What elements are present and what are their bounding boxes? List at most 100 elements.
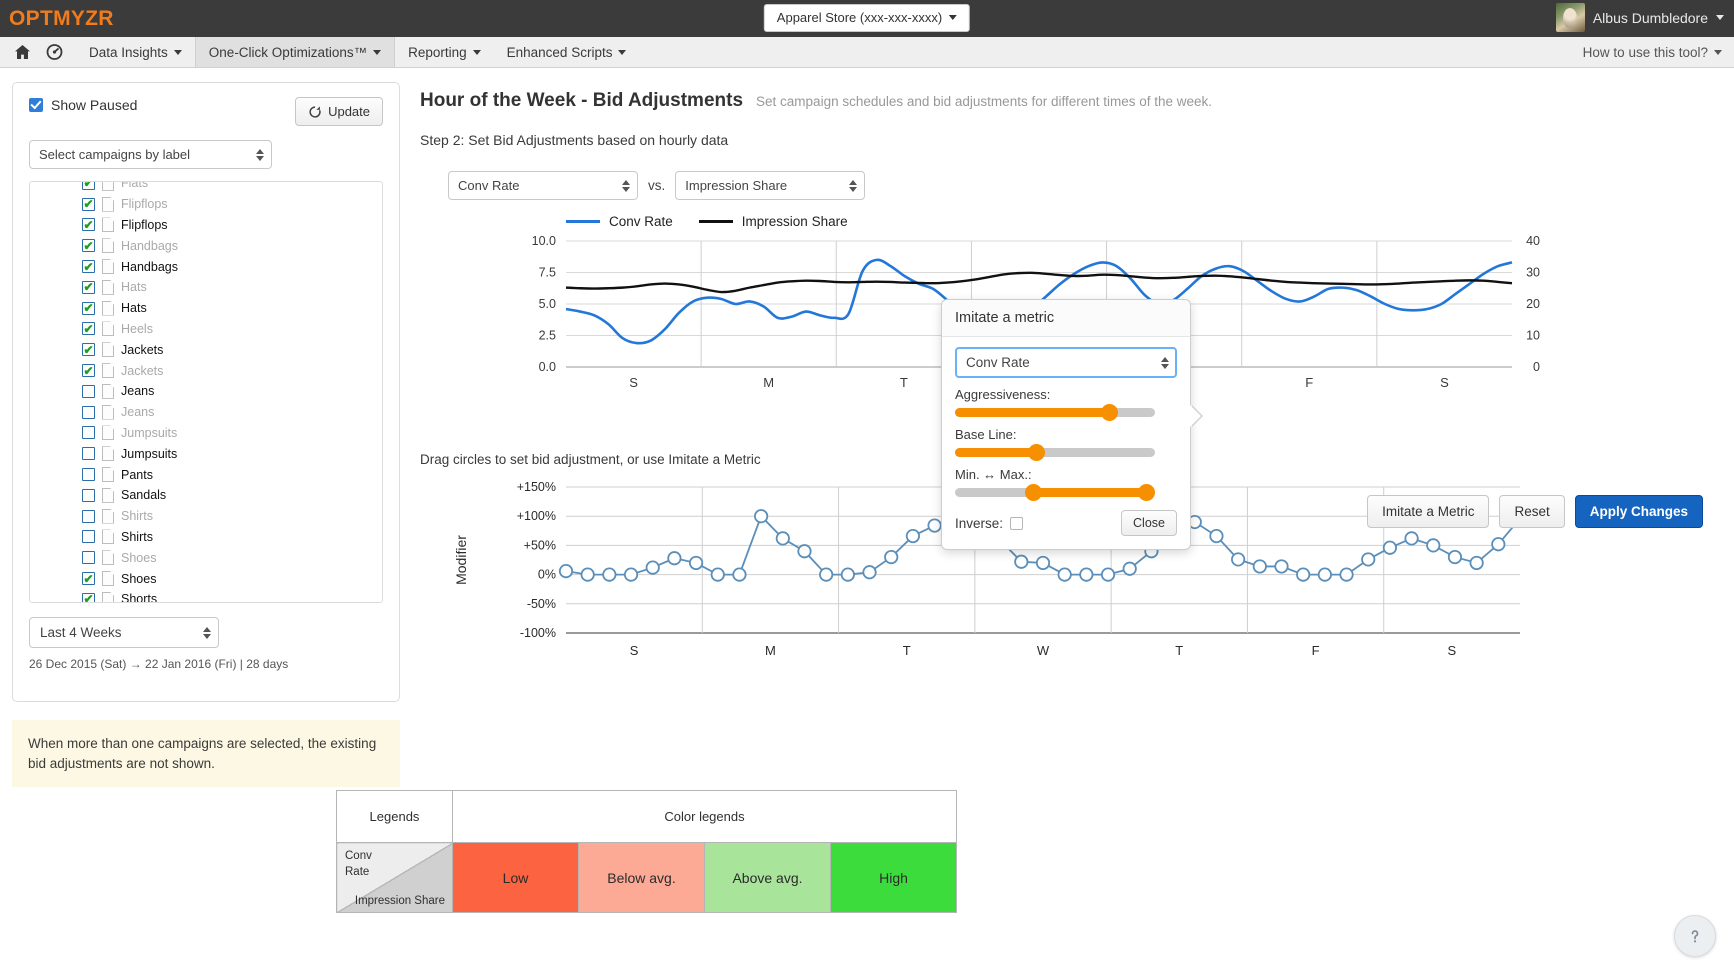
nav-data-insights[interactable]: Data Insights — [76, 37, 195, 67]
campaign-checkbox[interactable] — [82, 239, 95, 253]
date-range-select[interactable]: Last 4 Weeks — [29, 617, 219, 648]
modifier-handle[interactable] — [1361, 552, 1376, 567]
modifier-handle[interactable] — [1491, 537, 1506, 552]
modifier-handle[interactable] — [602, 567, 617, 582]
modifier-handle[interactable] — [1014, 554, 1029, 569]
modifier-handle[interactable] — [623, 567, 639, 582]
update-button[interactable]: Update — [295, 97, 383, 126]
modifier-handle[interactable] — [1447, 549, 1463, 565]
modifier-handle[interactable] — [1426, 538, 1441, 553]
modifier-handle[interactable] — [884, 549, 899, 565]
campaign-checkbox[interactable] — [82, 530, 95, 544]
campaign-list-item[interactable]: Heels — [30, 319, 382, 340]
campaign-list-item[interactable]: Jumpsuits — [30, 443, 382, 464]
metric-b-select[interactable]: Impression Share — [675, 171, 866, 200]
campaign-list-item[interactable]: Shorts — [30, 589, 382, 602]
campaign-list-item[interactable]: Shirts — [30, 506, 382, 527]
campaign-checkbox[interactable] — [82, 488, 95, 502]
modifier-handle[interactable] — [754, 509, 769, 524]
campaign-checkbox[interactable] — [82, 447, 95, 461]
slider-knob-min[interactable] — [1024, 484, 1042, 501]
inverse-checkbox[interactable] — [1010, 516, 1024, 530]
campaign-list-item[interactable]: Handbags — [30, 256, 382, 277]
modifier-handle[interactable] — [797, 544, 812, 559]
modifier-handle[interactable] — [819, 567, 834, 582]
campaign-checkbox[interactable] — [82, 572, 95, 586]
campaign-list-item[interactable]: Jackets — [30, 360, 382, 381]
modifier-handle[interactable] — [1100, 567, 1116, 582]
slider-knob[interactable] — [1028, 444, 1046, 461]
modifier-handle[interactable] — [862, 565, 877, 580]
campaign-list-item[interactable]: Hats — [30, 298, 382, 319]
campaign-list-item[interactable]: Flipflops — [30, 215, 382, 236]
show-paused-toggle[interactable]: Show Paused — [29, 97, 137, 113]
campaign-checkbox[interactable] — [82, 405, 95, 419]
modifier-handle[interactable] — [1209, 528, 1224, 544]
label-select[interactable]: Select campaigns by label — [29, 140, 272, 169]
apply-changes-button[interactable]: Apply Changes — [1574, 495, 1703, 528]
modifier-handle[interactable] — [905, 528, 921, 544]
modifier-handle[interactable] — [1231, 552, 1246, 567]
campaign-list-item[interactable]: Jackets — [30, 339, 382, 360]
modifier-handle[interactable] — [580, 567, 595, 582]
campaign-list-item[interactable]: Flats — [30, 182, 382, 194]
campaign-checkbox[interactable] — [82, 343, 95, 357]
campaign-checkbox[interactable] — [82, 322, 95, 336]
user-menu[interactable]: Albus Dumbledore — [1555, 3, 1724, 32]
how-to-use-this-tool[interactable]: How to use this tool? — [1583, 37, 1722, 67]
reset-button[interactable]: Reset — [1499, 495, 1565, 528]
nav-dashboard[interactable] — [40, 37, 76, 67]
modifier-handle[interactable] — [732, 567, 747, 582]
imitate-a-metric-button[interactable]: Imitate a Metric — [1367, 495, 1490, 528]
campaign-checkbox[interactable] — [82, 468, 95, 482]
account-selector[interactable]: Apparel Store (xxx-xxx-xxxx) — [763, 4, 971, 32]
nav-one-click-optimizations[interactable]: One-Click Optimizations™ — [194, 37, 396, 67]
modifier-handle[interactable] — [645, 560, 660, 575]
modifier-handle[interactable] — [1296, 567, 1311, 582]
modifier-handle[interactable] — [1252, 559, 1267, 574]
campaign-list-item[interactable]: Sandals — [30, 485, 382, 506]
campaign-checkbox[interactable] — [82, 301, 95, 315]
popover-metric-select[interactable]: Conv Rate — [955, 347, 1177, 378]
aggressiveness-slider[interactable] — [955, 404, 1155, 421]
modifier-handle[interactable] — [1404, 531, 1419, 546]
campaign-checkbox[interactable] — [82, 280, 95, 294]
campaign-list-box[interactable]: Flats Flipflops Flipflops Handbags Handbags H… — [29, 181, 383, 603]
campaign-checkbox[interactable] — [82, 364, 95, 378]
show-paused-checkbox[interactable] — [29, 98, 43, 112]
modifier-handle[interactable] — [1079, 567, 1094, 582]
modifier-handle[interactable] — [1274, 559, 1289, 574]
campaign-list-item[interactable]: Shirts — [30, 527, 382, 548]
campaign-checkbox[interactable] — [82, 182, 95, 190]
inverse-toggle[interactable]: Inverse: — [955, 516, 1024, 531]
popover-close-button[interactable]: Close — [1121, 510, 1177, 536]
campaign-checkbox[interactable] — [82, 197, 95, 211]
metric-a-select[interactable]: Conv Rate — [448, 171, 638, 200]
modifier-handle[interactable] — [1035, 555, 1051, 571]
modifier-handle[interactable] — [1469, 555, 1484, 571]
modifier-handle[interactable] — [1057, 567, 1072, 582]
campaign-list-item[interactable]: Jumpsuits — [30, 423, 382, 444]
nav-enhanced-scripts[interactable]: Enhanced Scripts — [494, 37, 640, 67]
campaign-list-item[interactable]: Handbags — [30, 235, 382, 256]
campaign-list-item[interactable]: Flipflops — [30, 194, 382, 215]
campaign-list-item[interactable]: Shoes — [30, 568, 382, 589]
modifier-handle[interactable] — [775, 531, 790, 546]
campaign-checkbox[interactable] — [82, 384, 95, 398]
help-bubble-button[interactable] — [1674, 915, 1716, 957]
modifier-handle[interactable] — [558, 563, 574, 579]
campaign-checkbox[interactable] — [82, 260, 95, 274]
modifier-handle[interactable] — [1339, 567, 1354, 582]
campaign-checkbox[interactable] — [82, 426, 95, 440]
minmax-slider[interactable] — [955, 484, 1155, 501]
campaign-list-item[interactable]: Jeans — [30, 402, 382, 423]
modifier-handle[interactable] — [710, 567, 725, 582]
campaign-list-item[interactable]: Shoes — [30, 547, 382, 568]
modifier-handle[interactable] — [1382, 540, 1398, 555]
modifier-handle[interactable] — [840, 567, 855, 582]
campaign-list-item[interactable]: Hats — [30, 277, 382, 298]
campaign-checkbox[interactable] — [82, 218, 95, 232]
modifier-handle[interactable] — [688, 555, 704, 571]
campaign-checkbox[interactable] — [82, 509, 95, 523]
slider-knob-max[interactable] — [1138, 484, 1155, 501]
